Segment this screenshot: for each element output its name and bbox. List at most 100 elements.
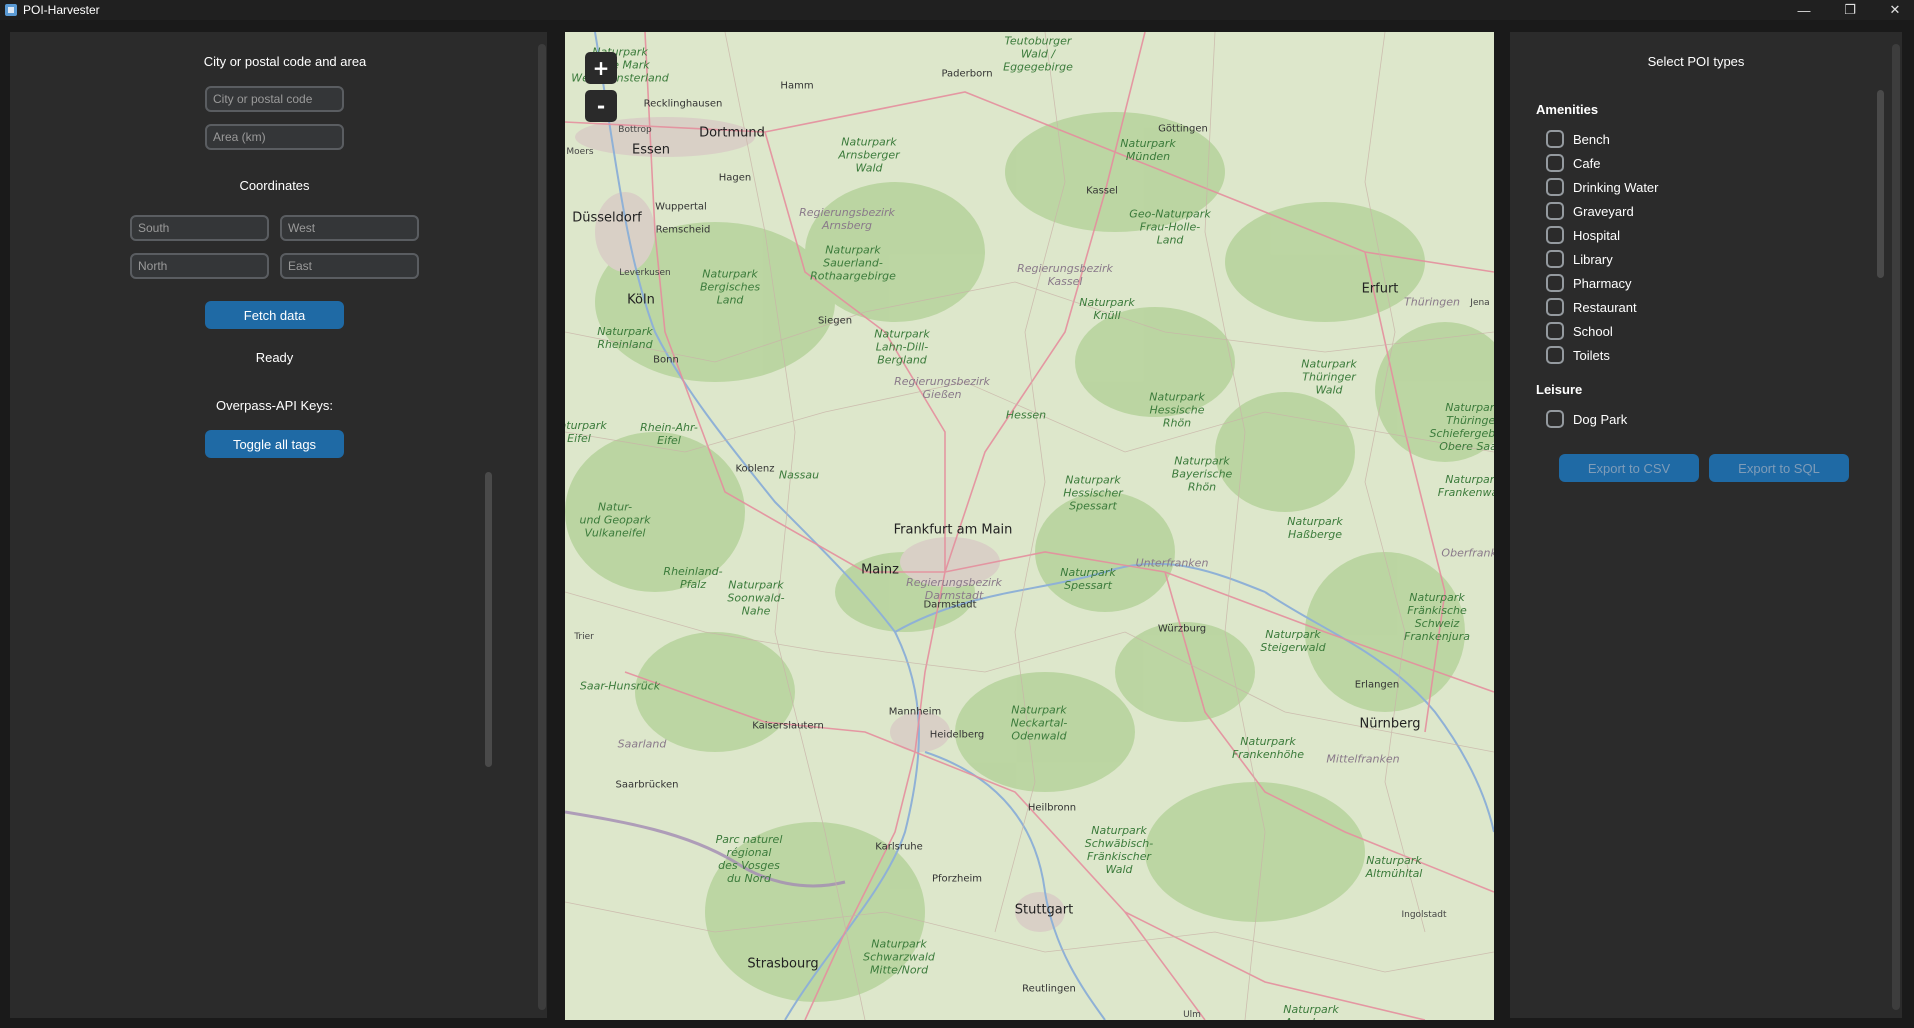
map-label-region: Naturpark Fränkische Schweiz Frankenjura	[1404, 591, 1470, 643]
map-label-hagen: Hagen	[718, 172, 752, 184]
map-label-leverkusen: Leverkusen	[619, 268, 671, 278]
export-csv-button[interactable]: Export to CSV	[1559, 454, 1699, 482]
checkbox-label: Pharmacy	[1573, 275, 1632, 291]
left-panel: City or postal code and area Coordinates…	[10, 32, 547, 1018]
checkbox-toilets[interactable]: Toilets	[1546, 344, 1610, 366]
checkbox-label: Bench	[1573, 131, 1610, 147]
checkbox-icon[interactable]	[1546, 298, 1564, 316]
checkbox-dog-park[interactable]: Dog Park	[1546, 408, 1627, 430]
checkbox-icon[interactable]	[1546, 322, 1564, 340]
map-label-pforzheim: Pforzheim	[931, 873, 983, 885]
checkbox-label: School	[1573, 323, 1613, 339]
checkbox-icon[interactable]	[1546, 226, 1564, 244]
checkbox-hospital[interactable]: Hospital	[1546, 224, 1620, 246]
south-input[interactable]	[130, 215, 269, 241]
map-label-region: Nassau	[778, 468, 820, 482]
map-label-heidelberg: Heidelberg	[929, 729, 985, 741]
checkbox-icon[interactable]	[1546, 250, 1564, 268]
leisure-heading: Leisure	[1536, 382, 1583, 397]
checkbox-icon[interactable]	[1546, 178, 1564, 196]
poi-list-scrollbar[interactable]	[1877, 90, 1884, 278]
zoom-out-button[interactable]: -	[585, 90, 617, 122]
checkbox-icon[interactable]	[1546, 154, 1564, 172]
toggle-all-tags-button[interactable]: Toggle all tags	[205, 430, 344, 458]
map-label-koblenz: Koblenz	[735, 463, 775, 475]
map-label-region: Regierungsbezirk Kassel	[1017, 262, 1113, 288]
checkbox-icon[interactable]	[1546, 410, 1564, 428]
map-label-moers: Moers	[566, 147, 594, 157]
window-title: POI-Harvester	[23, 3, 100, 17]
minimize-icon[interactable]: —	[1781, 0, 1827, 20]
checkbox-bench[interactable]: Bench	[1546, 128, 1610, 150]
east-input[interactable]	[280, 253, 419, 279]
map-label-bonn: Bonn	[653, 354, 679, 366]
map-label-region: Naturpark Arnsberger Wald	[838, 135, 900, 175]
map-label-region: Naturpark Thüringer Wald	[1301, 357, 1357, 397]
map-label-region: Naturpark Hessischer Spessart	[1063, 473, 1123, 513]
map-label-duesseldorf: Düsseldorf	[572, 210, 642, 226]
city-input[interactable]	[205, 86, 344, 112]
restore-icon[interactable]: ❐	[1827, 0, 1873, 20]
checkbox-pharmacy[interactable]: Pharmacy	[1546, 272, 1632, 294]
app-icon	[5, 4, 17, 16]
map-label-region: Parc naturel régional des Vosges du Nord	[715, 833, 783, 885]
checkbox-label: Library	[1573, 251, 1613, 267]
map-label-region: Rheinland- Pfalz	[663, 565, 723, 591]
checkbox-label: Dog Park	[1573, 411, 1628, 427]
map-label-siegen: Siegen	[817, 315, 853, 327]
checkbox-school[interactable]: School	[1546, 320, 1613, 342]
checkbox-library[interactable]: Library	[1546, 248, 1613, 270]
checkbox-restaurant[interactable]: Restaurant	[1546, 296, 1637, 318]
map-label-ulm: Ulm	[1183, 1010, 1201, 1020]
map-label-nuernberg: Nürnberg	[1359, 716, 1421, 732]
map-label-region: Natur- und Geopark Vulkaneifel	[579, 500, 651, 540]
city-area-label: City or postal code and area	[203, 54, 367, 69]
map-label-saarbruecken: Saarbrücken	[615, 779, 679, 791]
map-label-region: Naturpark Thüringer Schiefergebirge Ober…	[1429, 401, 1494, 453]
map-label-karlsruhe: Karlsruhe	[875, 841, 923, 853]
map-label-region: Regierungsbezirk Arnsberg	[799, 206, 895, 232]
checkbox-icon[interactable]	[1546, 274, 1564, 292]
west-input[interactable]	[280, 215, 419, 241]
map-label-region: Naturpark Rheinland	[597, 325, 653, 351]
checkbox-graveyard[interactable]: Graveyard	[1546, 200, 1634, 222]
map-label-mainz: Mainz	[861, 562, 899, 578]
checkbox-icon[interactable]	[1546, 202, 1564, 220]
checkbox-label: Toilets	[1573, 347, 1610, 363]
map-label-region: Naturpark Spessart	[1060, 566, 1116, 592]
checkbox-cafe[interactable]: Cafe	[1546, 152, 1600, 174]
map-view[interactable]: Dortmund Essen Düsseldorf Köln Frankfurt…	[565, 32, 1494, 1020]
north-input[interactable]	[130, 253, 269, 279]
map-label-region: Rhein-Ahr- Eifel	[640, 421, 698, 447]
map-label-dortmund: Dortmund	[699, 125, 765, 141]
right-panel-scrollbar[interactable]	[1892, 44, 1900, 1010]
export-sql-button[interactable]: Export to SQL	[1709, 454, 1849, 482]
coordinates-label: Coordinates	[239, 178, 310, 193]
checkbox-icon[interactable]	[1546, 346, 1564, 364]
map-label-region: Naturpark Frankenwald	[1437, 473, 1494, 499]
tags-scrollbar[interactable]	[485, 472, 492, 767]
api-keys-label: Overpass-API Keys:	[215, 398, 334, 413]
map-label-region: Oberfranken	[1441, 546, 1494, 560]
checkbox-label: Hospital	[1573, 227, 1620, 243]
map-label-hamm: Hamm	[780, 80, 814, 92]
map-label-region: Naturpark Neckartal- Odenwald	[1010, 703, 1068, 743]
left-panel-scrollbar[interactable]	[538, 44, 546, 1010]
map-label-region: Naturpark Bayerische Rhön	[1171, 454, 1233, 494]
close-icon[interactable]: ✕	[1872, 0, 1914, 20]
map-label-wuppertal: Wuppertal	[655, 201, 707, 213]
title-bar: POI-Harvester — ❐ ✕	[0, 0, 1914, 20]
checkbox-icon[interactable]	[1546, 130, 1564, 148]
amenities-heading: Amenities	[1536, 102, 1599, 117]
map-label-region: Hessen	[1005, 408, 1047, 422]
map-label-kassel: Kassel	[1086, 185, 1118, 197]
checkbox-label: Restaurant	[1573, 299, 1637, 315]
checkbox-drinking-water[interactable]: Drinking Water	[1546, 176, 1658, 198]
zoom-in-button[interactable]: +	[585, 52, 617, 84]
area-input[interactable]	[205, 124, 344, 150]
map-label-region: Naturpark Altmühltal	[1365, 854, 1423, 880]
fetch-data-button[interactable]: Fetch data	[205, 301, 344, 329]
map-label-stuttgart: Stuttgart	[1014, 902, 1074, 918]
map-label-region: Teutoburger Wald / Eggegebirge	[1003, 34, 1073, 74]
map-label-recklinghausen: Recklinghausen	[643, 98, 723, 110]
